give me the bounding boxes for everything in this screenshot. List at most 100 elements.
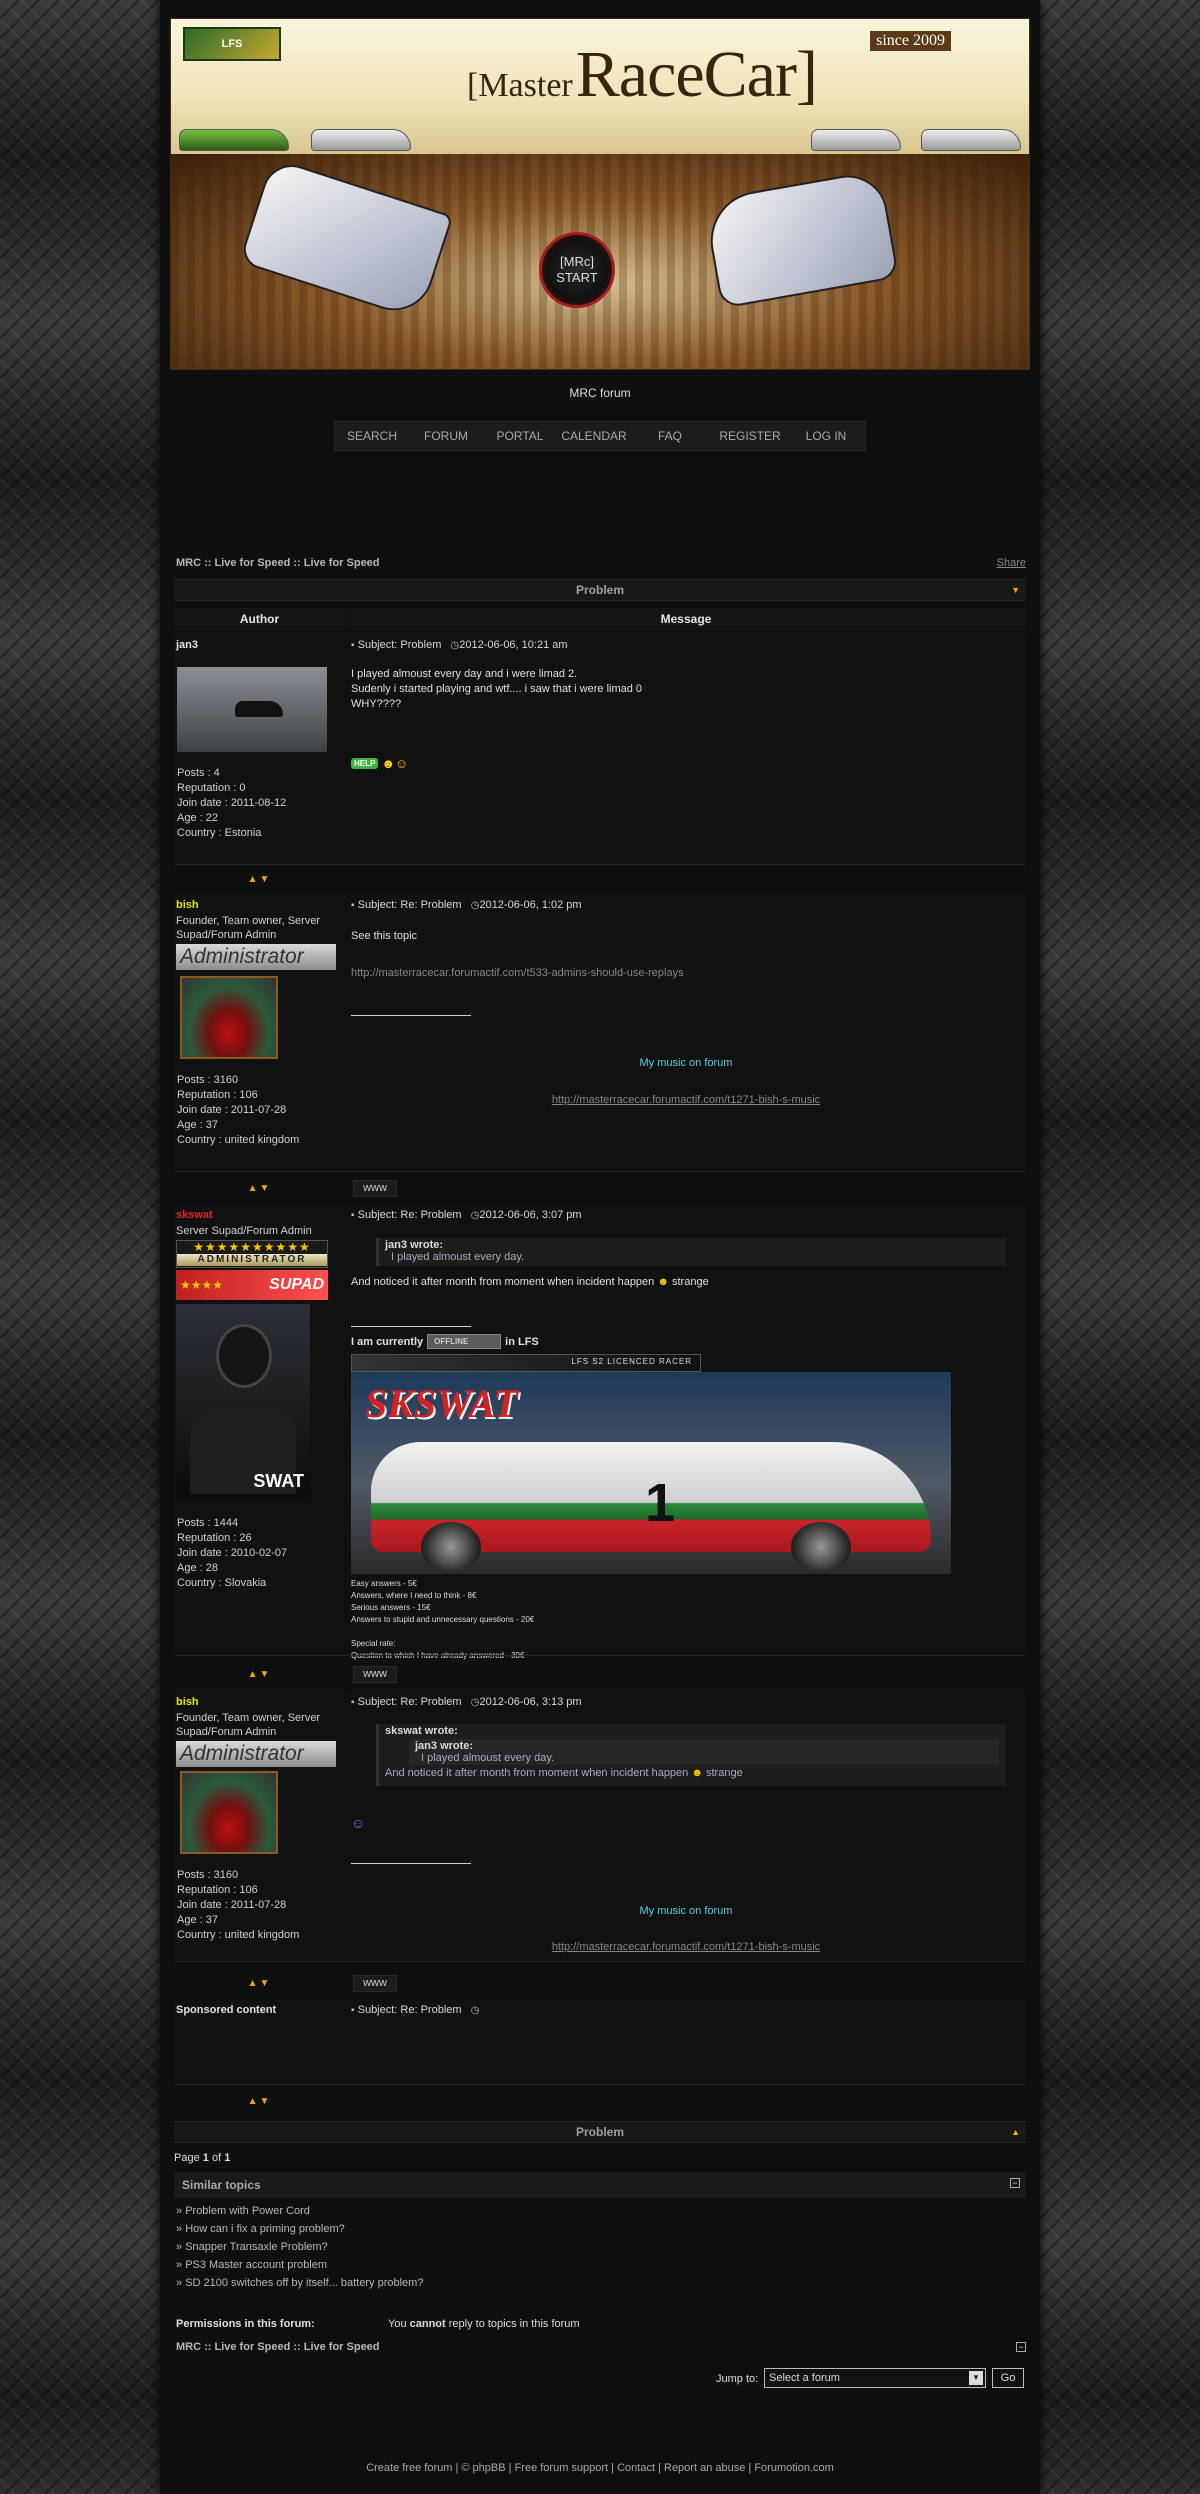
post-icon: ▪ xyxy=(351,640,355,651)
post-author-name[interactable]: bish xyxy=(174,894,345,911)
avatar: SWAT xyxy=(176,1304,310,1498)
nav-faq[interactable]: FAQ xyxy=(631,429,709,443)
forum-banner[interactable]: LFS [Master RaceCar] since 2009 [MRc] ST… xyxy=(170,18,1030,370)
post-author-panel: Sponsored content xyxy=(174,1999,345,2084)
rank-image: Administrator xyxy=(176,944,336,970)
collapse-icon[interactable]: − xyxy=(1016,2342,1026,2352)
similar-topic-link[interactable]: » Snapper Transaxle Problem? xyxy=(176,2238,423,2256)
post-author-panel: bish Founder, Team owner, Server Supad/F… xyxy=(174,1691,345,1961)
music-link[interactable]: http://masterracecar.forumactif.com/t127… xyxy=(346,1941,1026,1953)
nav-register[interactable]: REGISTER xyxy=(709,429,791,443)
footer-link-forumotion[interactable]: Forumotion.com xyxy=(754,2462,833,2474)
post-separator xyxy=(174,864,1026,865)
forum-select[interactable]: Select a forum ▼ xyxy=(764,2368,986,2388)
post-separator xyxy=(174,2084,1026,2085)
post-subject: ▪ Subject: Re: Problem ◷2012-06-06, 3:13… xyxy=(351,1696,582,1708)
post-author-stats: Posts : 1444 Reputation : 26 Join date : 2… xyxy=(177,1517,288,1589)
nav-search[interactable]: SEARCH xyxy=(335,429,409,443)
similar-topic-link[interactable]: » PS3 Master account problem xyxy=(176,2256,423,2274)
permissions-label: Permissions in this forum: xyxy=(176,2318,315,2330)
similar-topic-link[interactable]: » SD 2100 switches off by itself... batt… xyxy=(176,2274,423,2292)
music-title: My music on forum xyxy=(639,1905,733,1917)
post-body: ▪ Subject: Problem ◷2012-06-06, 10:21 am… xyxy=(346,634,1026,864)
www-button[interactable]: www xyxy=(353,1180,397,1197)
car-icon xyxy=(921,129,1021,151)
nav-portal[interactable]: PORTAL xyxy=(483,429,557,443)
breadcrumb-bottom[interactable]: MRC :: Live for Speed :: Live for Speed xyxy=(176,2341,380,2353)
avatar xyxy=(180,1771,278,1854)
user-rank: Founder, Team owner, Server Supad/Forum … xyxy=(176,1712,321,1738)
collapse-icon[interactable]: − xyxy=(1010,2178,1020,2188)
post-body: ▪ Subject: Re: Problem ◷2012-06-06, 3:07… xyxy=(346,1204,1026,1660)
smiley-icon: ☻ xyxy=(657,1276,669,1288)
go-button[interactable]: Go xyxy=(992,2368,1024,2388)
similar-topics-list: » Problem with Power Cord » How can i fi… xyxy=(176,2202,423,2292)
topic-title-bar: Problem ▼ xyxy=(174,579,1026,601)
rank-stars-supad: ★★★★ SUPAD xyxy=(176,1270,328,1300)
smiley-icon: ☻ xyxy=(691,1767,703,1779)
footer-link-create-forum[interactable]: Create free forum xyxy=(366,2462,452,2474)
page-info: Page 1 of 1 xyxy=(174,2152,231,2164)
rank-image: Administrator xyxy=(176,1741,336,1767)
post-separator xyxy=(174,1655,1026,1656)
arrow-up-icon[interactable]: ▲ xyxy=(1011,2122,1020,2142)
nav-calendar[interactable]: CALENDAR xyxy=(557,429,631,443)
post-nav-arrows[interactable]: ▲▼ xyxy=(174,2096,345,2107)
music-link[interactable]: http://masterracecar.forumactif.com/t127… xyxy=(346,1094,1026,1106)
since-badge: since 2009 xyxy=(870,31,951,51)
topic-title: Problem xyxy=(575,2125,624,2139)
chevron-down-icon: ▼ xyxy=(969,2371,983,2385)
share-link[interactable]: Share xyxy=(997,557,1026,569)
main-navigation: SEARCH FORUM PORTAL CALENDAR FAQ REGISTE… xyxy=(334,421,866,451)
avatar xyxy=(180,976,278,1059)
help-smiley-icon: HELP ☻☺ xyxy=(351,756,408,771)
post-author-stats: Posts : 4 Reputation : 0 Join date : 2011-… xyxy=(177,767,287,839)
post-subject: ▪ Subject: Re: Problem ◷ xyxy=(351,2004,480,2016)
arrow-down-icon[interactable]: ▼ xyxy=(1011,580,1020,600)
similar-topic-link[interactable]: » How can i fix a priming problem? xyxy=(176,2220,423,2238)
www-button[interactable]: www xyxy=(353,1975,397,1992)
post-subject: ▪ Subject: Re: Problem ◷2012-06-06, 1:02… xyxy=(351,899,582,911)
www-button[interactable]: www xyxy=(353,1666,397,1683)
post-icon: ▪ xyxy=(351,900,355,911)
post-author-name[interactable]: bish xyxy=(174,1691,345,1708)
post-author-panel: bish Founder, Team owner, Server Supad/F… xyxy=(174,894,345,1171)
topic-title-bar-bottom: Problem ▲ xyxy=(174,2121,1026,2143)
post-icon: ▪ xyxy=(351,1697,355,1708)
formula-car-icon xyxy=(238,157,454,321)
start-button[interactable]: [MRc] START xyxy=(539,232,615,308)
post-nav-arrows[interactable]: ▲▼ xyxy=(174,1183,345,1194)
signature-car-image: SKSWAT 1 xyxy=(351,1372,951,1574)
post-nav-arrows[interactable]: ▲▼ xyxy=(174,1669,345,1680)
post-nav-arrows[interactable]: ▲▼ xyxy=(174,874,345,885)
footer-links: Create free forum | © phpBB | Free forum… xyxy=(366,2462,834,2474)
post-subject: ▪ Subject: Re: Problem ◷2012-06-06, 3:07… xyxy=(351,1209,582,1221)
topic-link[interactable]: http://masterracecar.forumactif.com/t533… xyxy=(351,967,684,979)
music-title: My music on forum xyxy=(639,1057,733,1069)
post-author-name[interactable]: jan3 xyxy=(174,634,345,651)
post-author-name[interactable]: skswat xyxy=(174,1204,345,1221)
post-author-stats: Posts : 3160 Reputation : 106 Join date : … xyxy=(177,1074,300,1146)
quote-block: skswat wrote: jan3 wrote: I played almou… xyxy=(376,1724,1006,1786)
post-body: ▪ Subject: Re: Problem ◷ xyxy=(346,1999,1026,2084)
nav-login[interactable]: LOG IN xyxy=(791,429,861,443)
post-nav-arrows[interactable]: ▲▼ xyxy=(174,1978,345,1989)
lfs-status-line: I am currently OFFLINE in LFS xyxy=(351,1334,539,1349)
post-body: ▪ Subject: Re: Problem ◷2012-06-06, 1:02… xyxy=(346,894,1026,1171)
footer-link-contact[interactable]: Contact xyxy=(617,2462,655,2474)
user-rank: Founder, Team owner, Server Supad/Forum … xyxy=(176,915,321,941)
footer-phpbb[interactable]: © phpBB xyxy=(461,2462,505,2474)
clock-icon: ◷ xyxy=(470,2005,480,2016)
post-message: I played almoust every day and i were li… xyxy=(351,668,643,710)
similar-topic-link[interactable]: » Problem with Power Cord xyxy=(176,2202,423,2220)
footer-link-support[interactable]: Free forum support xyxy=(515,2462,609,2474)
footer-link-report[interactable]: Report an abuse xyxy=(664,2462,745,2474)
permissions-text: You cannot reply to topics in this forum xyxy=(388,2318,580,2330)
user-rank: Server Supad/Forum Admin xyxy=(176,1225,312,1237)
nav-forum[interactable]: FORUM xyxy=(409,429,483,443)
breadcrumb[interactable]: MRC :: Live for Speed :: Live for Speed xyxy=(176,557,380,569)
post-author-panel: skswat Server Supad/Forum Admin ★★★★★★★★… xyxy=(174,1204,345,1655)
post-author-panel: jan3 Posts : 4 Reputation : 0 Join date : … xyxy=(174,634,345,864)
post-icon: ▪ xyxy=(351,1210,355,1221)
post-separator xyxy=(174,1961,1026,1962)
